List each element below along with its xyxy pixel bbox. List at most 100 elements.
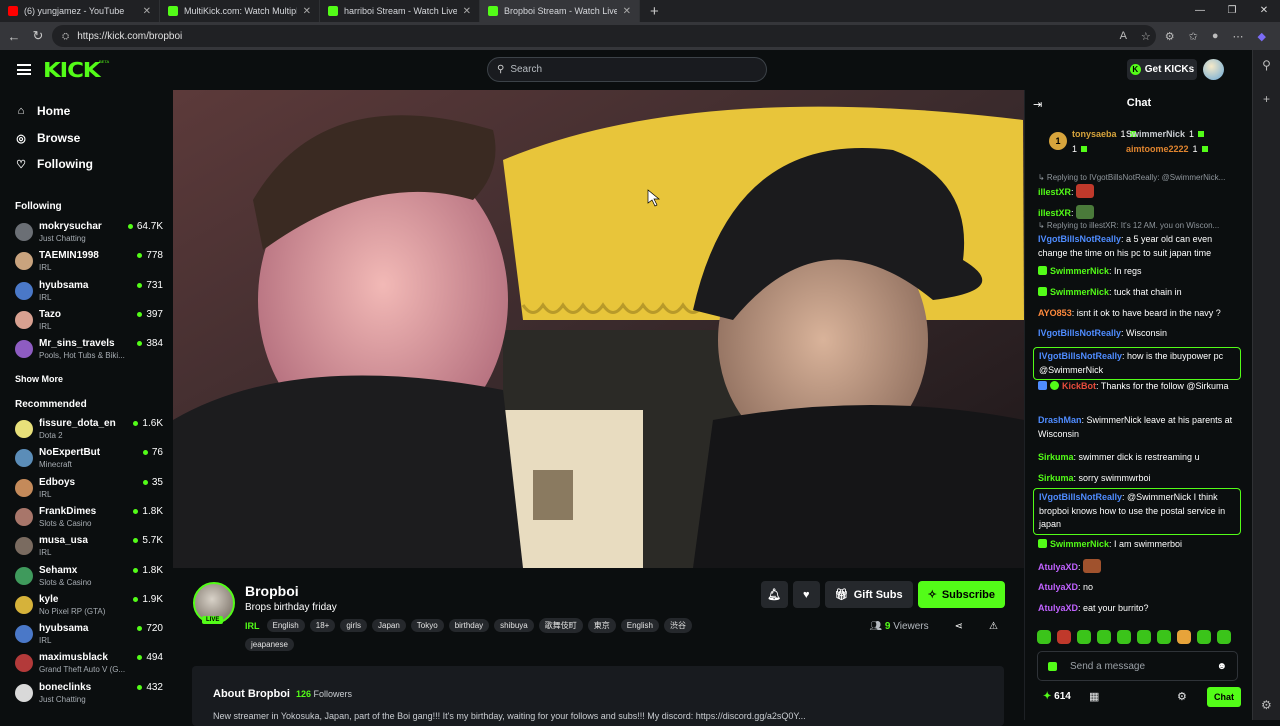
- new-tab-button[interactable]: +: [650, 3, 659, 20]
- sidebar-channel[interactable]: NoExpertBut Minecraft 76: [15, 446, 163, 474]
- sidebar-channel[interactable]: TAEMIN1998 IRL 778: [15, 249, 163, 277]
- stream-tag[interactable]: 18+: [309, 619, 336, 632]
- sidebar-channel[interactable]: boneclinks Just Chatting 432: [15, 681, 163, 709]
- search-input[interactable]: ⚲ Search: [487, 57, 767, 82]
- get-kicks-button[interactable]: K Get KICKs: [1127, 59, 1197, 80]
- sidebar-channel[interactable]: hyubsama IRL 720: [15, 622, 163, 650]
- chat-identity-icon[interactable]: [1048, 661, 1057, 671]
- sidebar-channel[interactable]: Mr_sins_travels Pools, Hot Tubs & Biki..…: [15, 337, 163, 365]
- quick-emote-icon[interactable]: [1217, 630, 1231, 644]
- chat-settings-icon[interactable]: ⚙: [1177, 690, 1187, 703]
- sidebar-channel[interactable]: mokrysuchar Just Chatting 64.7K: [15, 220, 163, 248]
- streamer-name[interactable]: Bropboi: [245, 583, 299, 599]
- chat-username[interactable]: illestXR: [1038, 187, 1071, 197]
- kick-logo[interactable]: KICK: [43, 58, 101, 82]
- browser-tab[interactable]: (6) yungjamez - YouTube ✕: [0, 0, 160, 22]
- close-window-icon[interactable]: ✕: [1248, 0, 1280, 22]
- browser-tab[interactable]: MultiKick.com: Watch Multiple St ✕: [160, 0, 320, 22]
- quick-emote-icon[interactable]: [1037, 630, 1051, 644]
- share-icon[interactable]: ⋖: [955, 621, 963, 632]
- favorites-icon[interactable]: ✩: [1189, 30, 1198, 43]
- top-gifter[interactable]: aimtoome2222 1: [1126, 144, 1208, 154]
- stream-tag[interactable]: 渋谷: [664, 618, 692, 633]
- chat-message[interactable]: AtulyaXD:: [1038, 559, 1241, 575]
- notification-bell-button[interactable]: 🔔︎: [760, 581, 788, 608]
- category-link[interactable]: IRL: [245, 621, 260, 631]
- quick-emote-icon[interactable]: [1197, 630, 1211, 644]
- address-bar[interactable]: ⛭ https://kick.com/bropboi: [52, 25, 1156, 47]
- chat-username[interactable]: SwimmerNick: [1050, 287, 1109, 297]
- quick-emote-icon[interactable]: [1177, 630, 1191, 644]
- store-icon[interactable]: ▦: [1089, 690, 1099, 703]
- quick-emote-icon[interactable]: [1137, 630, 1151, 644]
- hamburger-menu-icon[interactable]: [17, 64, 31, 75]
- stream-tag[interactable]: Tokyo: [410, 619, 444, 632]
- subscribe-button[interactable]: ✧ Subscribe: [917, 581, 1005, 608]
- star-icon[interactable]: ☆: [1141, 30, 1151, 43]
- kicks-balance[interactable]: ✦ 614: [1043, 691, 1071, 702]
- chat-message[interactable]: IVgotBillsNotReally: a 5 year old can ev…: [1038, 233, 1241, 260]
- chat-username[interactable]: AYO853: [1038, 308, 1072, 318]
- sidebar-item-home[interactable]: ⌂ Home: [15, 104, 71, 118]
- browser-tab[interactable]: harriboi Stream - Watch Live on K ✕: [320, 0, 480, 22]
- stream-tag[interactable]: shibuya: [494, 619, 534, 632]
- sidebar-add-icon[interactable]: +: [1253, 92, 1280, 106]
- read-aloud-icon[interactable]: A: [1120, 30, 1127, 42]
- sidebar-item-browse[interactable]: ◎ Browse: [15, 131, 80, 145]
- sidebar-search-icon[interactable]: ⚲: [1253, 58, 1280, 72]
- stream-tag[interactable]: girls: [340, 619, 367, 632]
- settings-gear-icon[interactable]: ⚙: [1261, 698, 1272, 712]
- sidebar-channel[interactable]: maximusblack Grand Theft Auto V (G... 49…: [15, 651, 163, 679]
- chat-username[interactable]: Sirkuma: [1038, 473, 1074, 483]
- chat-username[interactable]: IVgotBillsNotReally: [1039, 351, 1122, 361]
- chat-username[interactable]: IVgotBillsNotReally: [1039, 492, 1122, 502]
- quick-emote-icon[interactable]: [1077, 630, 1091, 644]
- chat-message[interactable]: SwimmerNick: tuck that chain in: [1038, 286, 1241, 300]
- close-tab-icon[interactable]: ✕: [623, 6, 631, 17]
- sidebar-channel[interactable]: Sehamx Slots & Casino 1.8K: [15, 564, 163, 592]
- chat-message[interactable]: AtulyaXD: no: [1038, 581, 1241, 595]
- chat-username[interactable]: SwimmerNick: [1050, 266, 1109, 276]
- stream-tag[interactable]: 東京: [587, 618, 616, 633]
- sidebar-channel[interactable]: fissure_dota_en Dota 2 1.6K: [15, 417, 163, 445]
- stream-tag[interactable]: 歌舞伎町: [538, 618, 583, 633]
- stream-tag[interactable]: English: [620, 619, 659, 632]
- quick-emote-icon[interactable]: [1117, 630, 1131, 644]
- back-icon[interactable]: ←: [2, 29, 26, 44]
- chat-message[interactable]: AtulyaXD: eat your burrito?: [1038, 602, 1241, 616]
- chat-username[interactable]: Sirkuma: [1038, 452, 1074, 462]
- quick-emote-icon[interactable]: [1057, 630, 1071, 644]
- chat-username[interactable]: IVgotBillsNotReally: [1038, 234, 1121, 244]
- gift-subs-button[interactable]: 🎁︎ Gift Subs: [824, 581, 913, 608]
- quick-emote-icon[interactable]: [1157, 630, 1171, 644]
- browser-tab[interactable]: Bropboi Stream - Watch Live ✕: [480, 0, 640, 22]
- chat-message[interactable]: KickBot: Thanks for the follow @Sirkuma: [1038, 380, 1241, 394]
- chat-username[interactable]: SwimmerNick: [1050, 539, 1109, 549]
- minimize-icon[interactable]: —: [1184, 0, 1216, 22]
- chat-message[interactable]: Sirkuma: sorry swimmwrboi: [1038, 472, 1241, 486]
- close-tab-icon[interactable]: ✕: [463, 6, 471, 17]
- copilot-icon[interactable]: ◆: [1258, 30, 1266, 43]
- video-player[interactable]: [173, 90, 1024, 568]
- sidebar-channel[interactable]: Edboys IRL 35: [15, 476, 163, 504]
- chat-message[interactable]: illestXR:: [1038, 184, 1241, 200]
- chat-username[interactable]: AtulyaXD: [1038, 582, 1078, 592]
- chat-username[interactable]: AtulyaXD: [1038, 603, 1078, 613]
- chat-message[interactable]: IVgotBillsNotReally: Wisconsin: [1038, 327, 1241, 341]
- chat-message[interactable]: illestXR:: [1038, 205, 1241, 221]
- close-tab-icon[interactable]: ✕: [303, 6, 311, 17]
- chat-username[interactable]: IVgotBillsNotReally: [1038, 328, 1121, 338]
- menu-dots-icon[interactable]: ⋯: [1233, 30, 1244, 43]
- stream-tag[interactable]: birthday: [448, 619, 490, 632]
- sidebar-channel[interactable]: FrankDimes Slots & Casino 1.8K: [15, 505, 163, 533]
- sidebar-item-following[interactable]: ♡ Following: [15, 157, 93, 171]
- chat-message[interactable]: DrashMan: SwimmerNick leave at his paren…: [1038, 414, 1241, 441]
- sidebar-channel[interactable]: Tazo IRL 397: [15, 308, 163, 336]
- chat-username[interactable]: KickBot: [1062, 381, 1096, 391]
- show-more-link[interactable]: Show More: [15, 374, 63, 384]
- stream-tag[interactable]: English: [266, 619, 305, 632]
- chat-message[interactable]: IVgotBillsNotReally: @SwimmerNick I thin…: [1033, 488, 1241, 535]
- chat-message[interactable]: SwimmerNick: In regs: [1038, 265, 1241, 279]
- chat-username[interactable]: AtulyaXD: [1038, 562, 1078, 572]
- sidebar-channel[interactable]: kyle No Pixel RP (GTA) 1.9K: [15, 593, 163, 621]
